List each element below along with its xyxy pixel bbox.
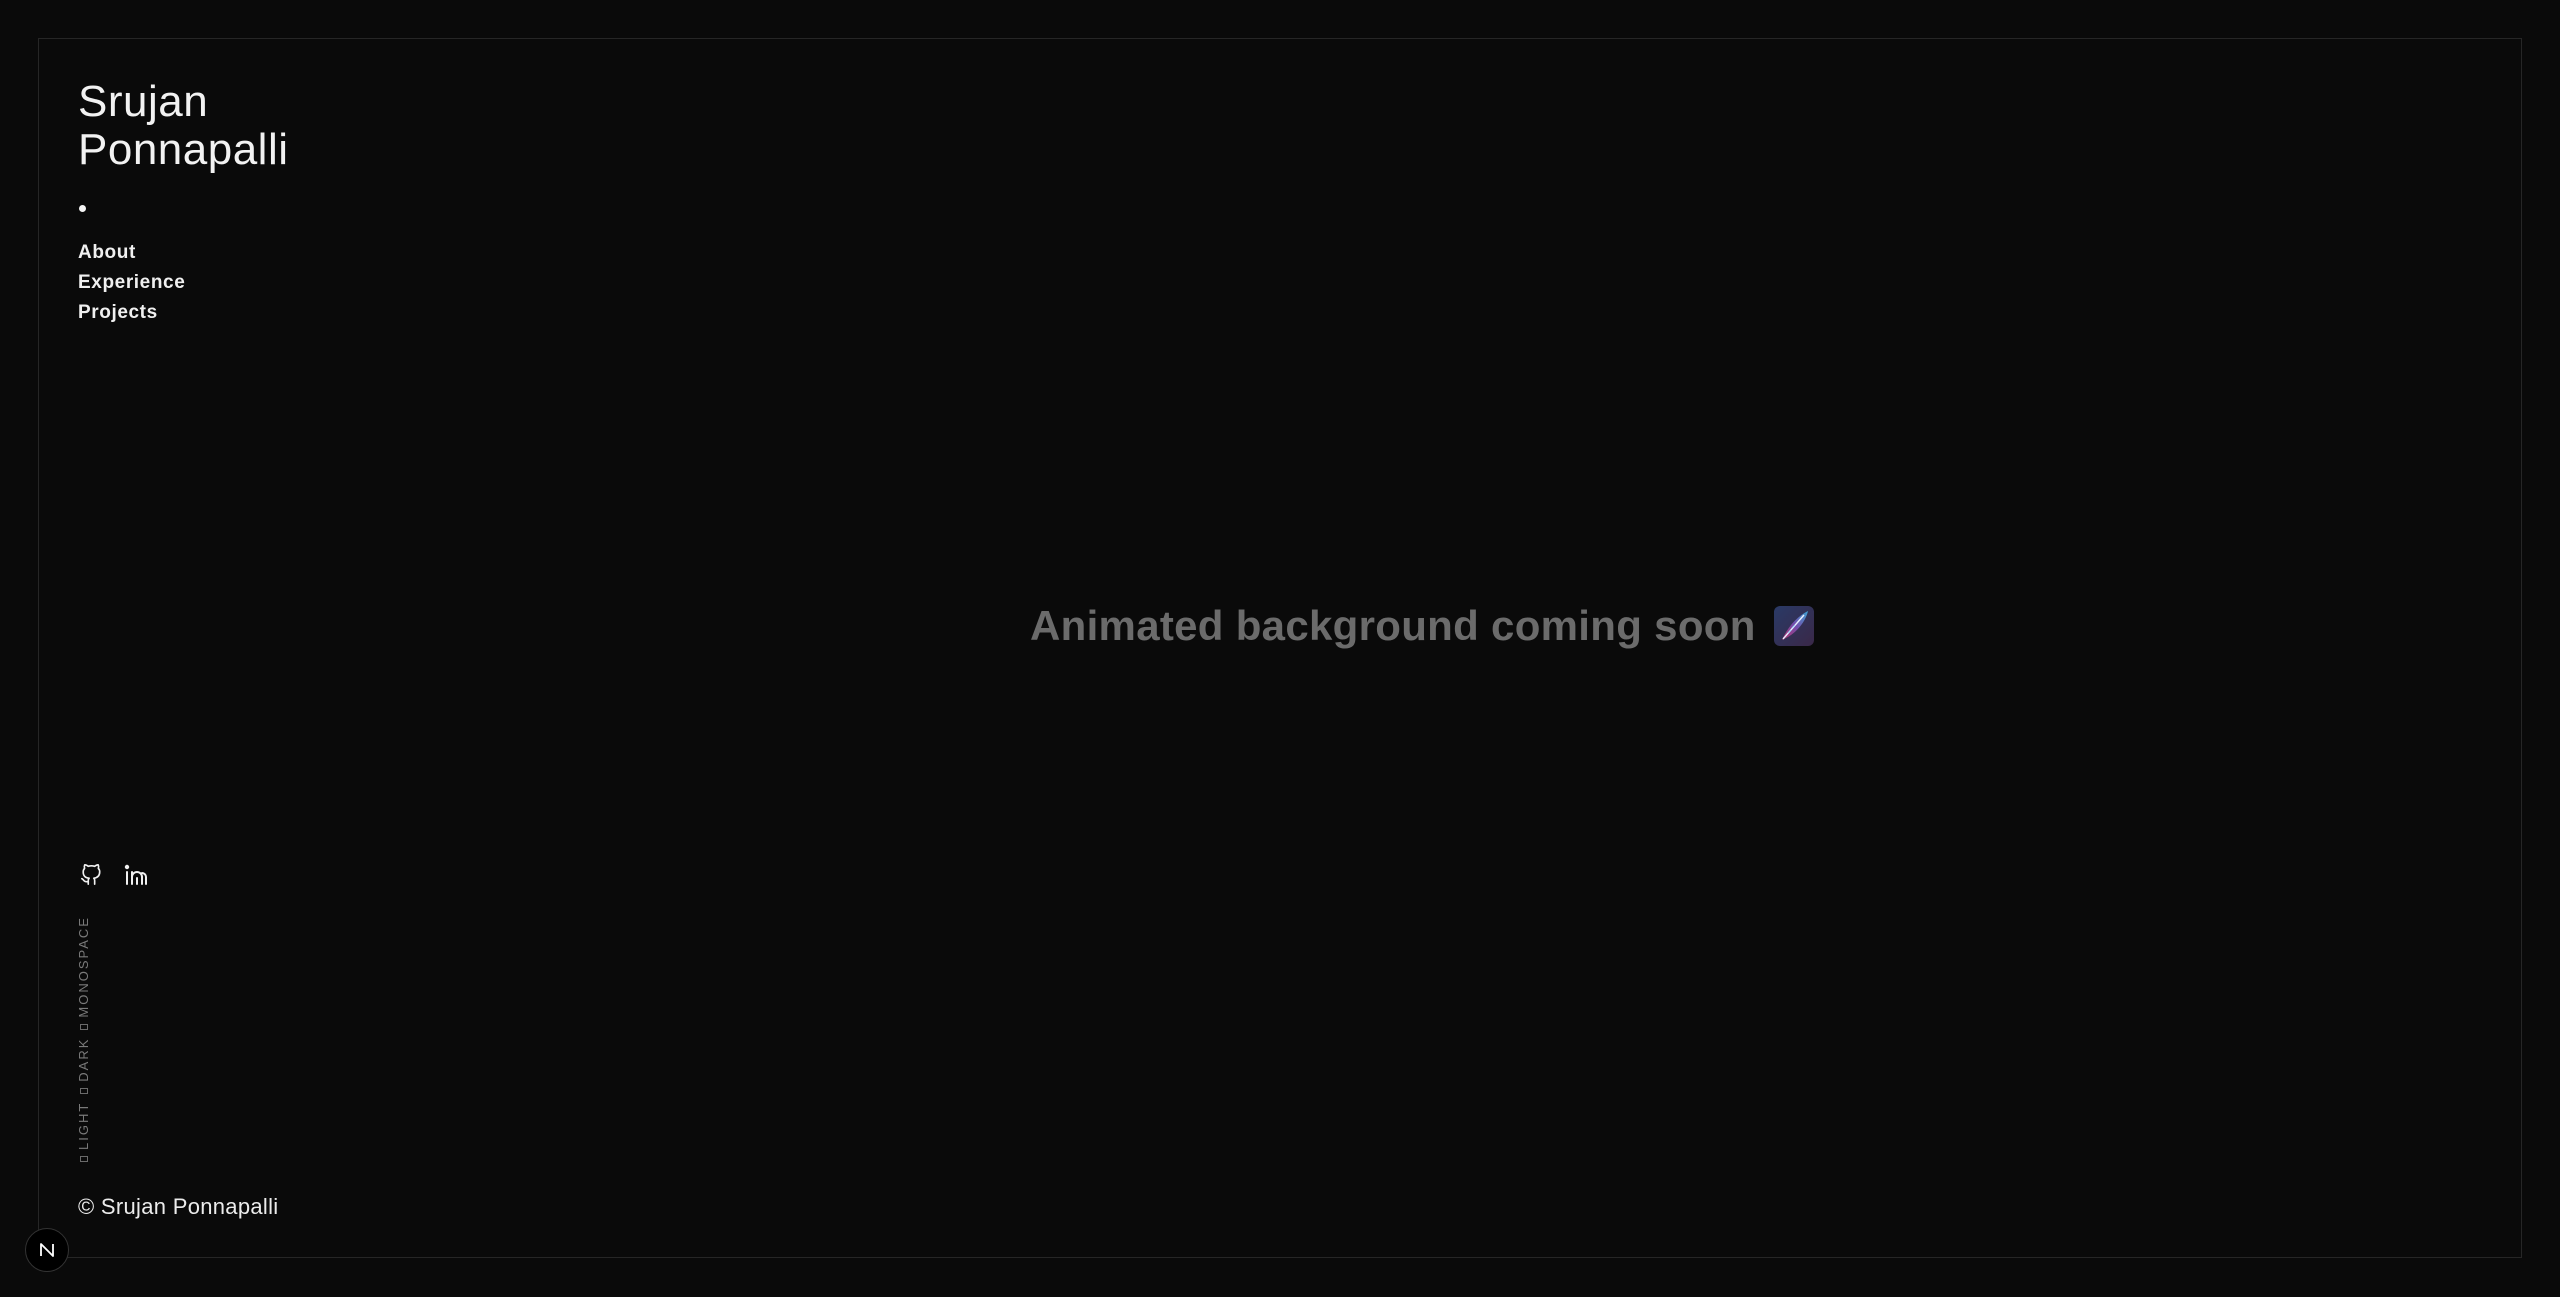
linkedin-icon[interactable] [124, 862, 150, 888]
social-links [78, 862, 150, 888]
nav-item-projects[interactable]: Projects [78, 298, 185, 328]
theme-switcher: LIGHT DARK MONOSPACE [76, 916, 91, 1162]
site-title-last: Ponnapalli [78, 125, 289, 174]
theme-option-dark[interactable]: DARK [76, 1038, 91, 1094]
checkbox-icon [79, 1023, 88, 1030]
theme-label-dark: DARK [76, 1037, 91, 1082]
site-title: Srujan Ponnapalli [78, 78, 398, 174]
theme-option-light[interactable]: LIGHT [76, 1102, 91, 1162]
nav-item-about[interactable]: About [78, 238, 185, 268]
sidebar: Srujan Ponnapalli [78, 78, 398, 174]
checkbox-icon [79, 1156, 88, 1162]
feather-emoji-icon [1773, 606, 1814, 646]
dev-tools-badge[interactable] [25, 1228, 69, 1272]
next-logo-icon [40, 1243, 54, 1257]
github-icon[interactable] [78, 862, 104, 888]
copyright-text: © Srujan Ponnapalli [78, 1194, 279, 1219]
coming-soon-text: Animated background coming soon [1030, 602, 1756, 649]
theme-label-monospace: MONOSPACE [76, 916, 91, 1018]
sidebar-nav: About Experience Projects [78, 238, 185, 328]
checkbox-icon [79, 1087, 88, 1094]
coming-soon-message: Animated background coming soon [1030, 600, 1814, 652]
theme-option-monospace[interactable]: MONOSPACE [76, 916, 91, 1030]
active-indicator-dot [79, 205, 86, 212]
site-title-first: Srujan [78, 77, 209, 126]
nav-item-experience[interactable]: Experience [78, 268, 185, 298]
theme-label-light: LIGHT [76, 1101, 91, 1150]
